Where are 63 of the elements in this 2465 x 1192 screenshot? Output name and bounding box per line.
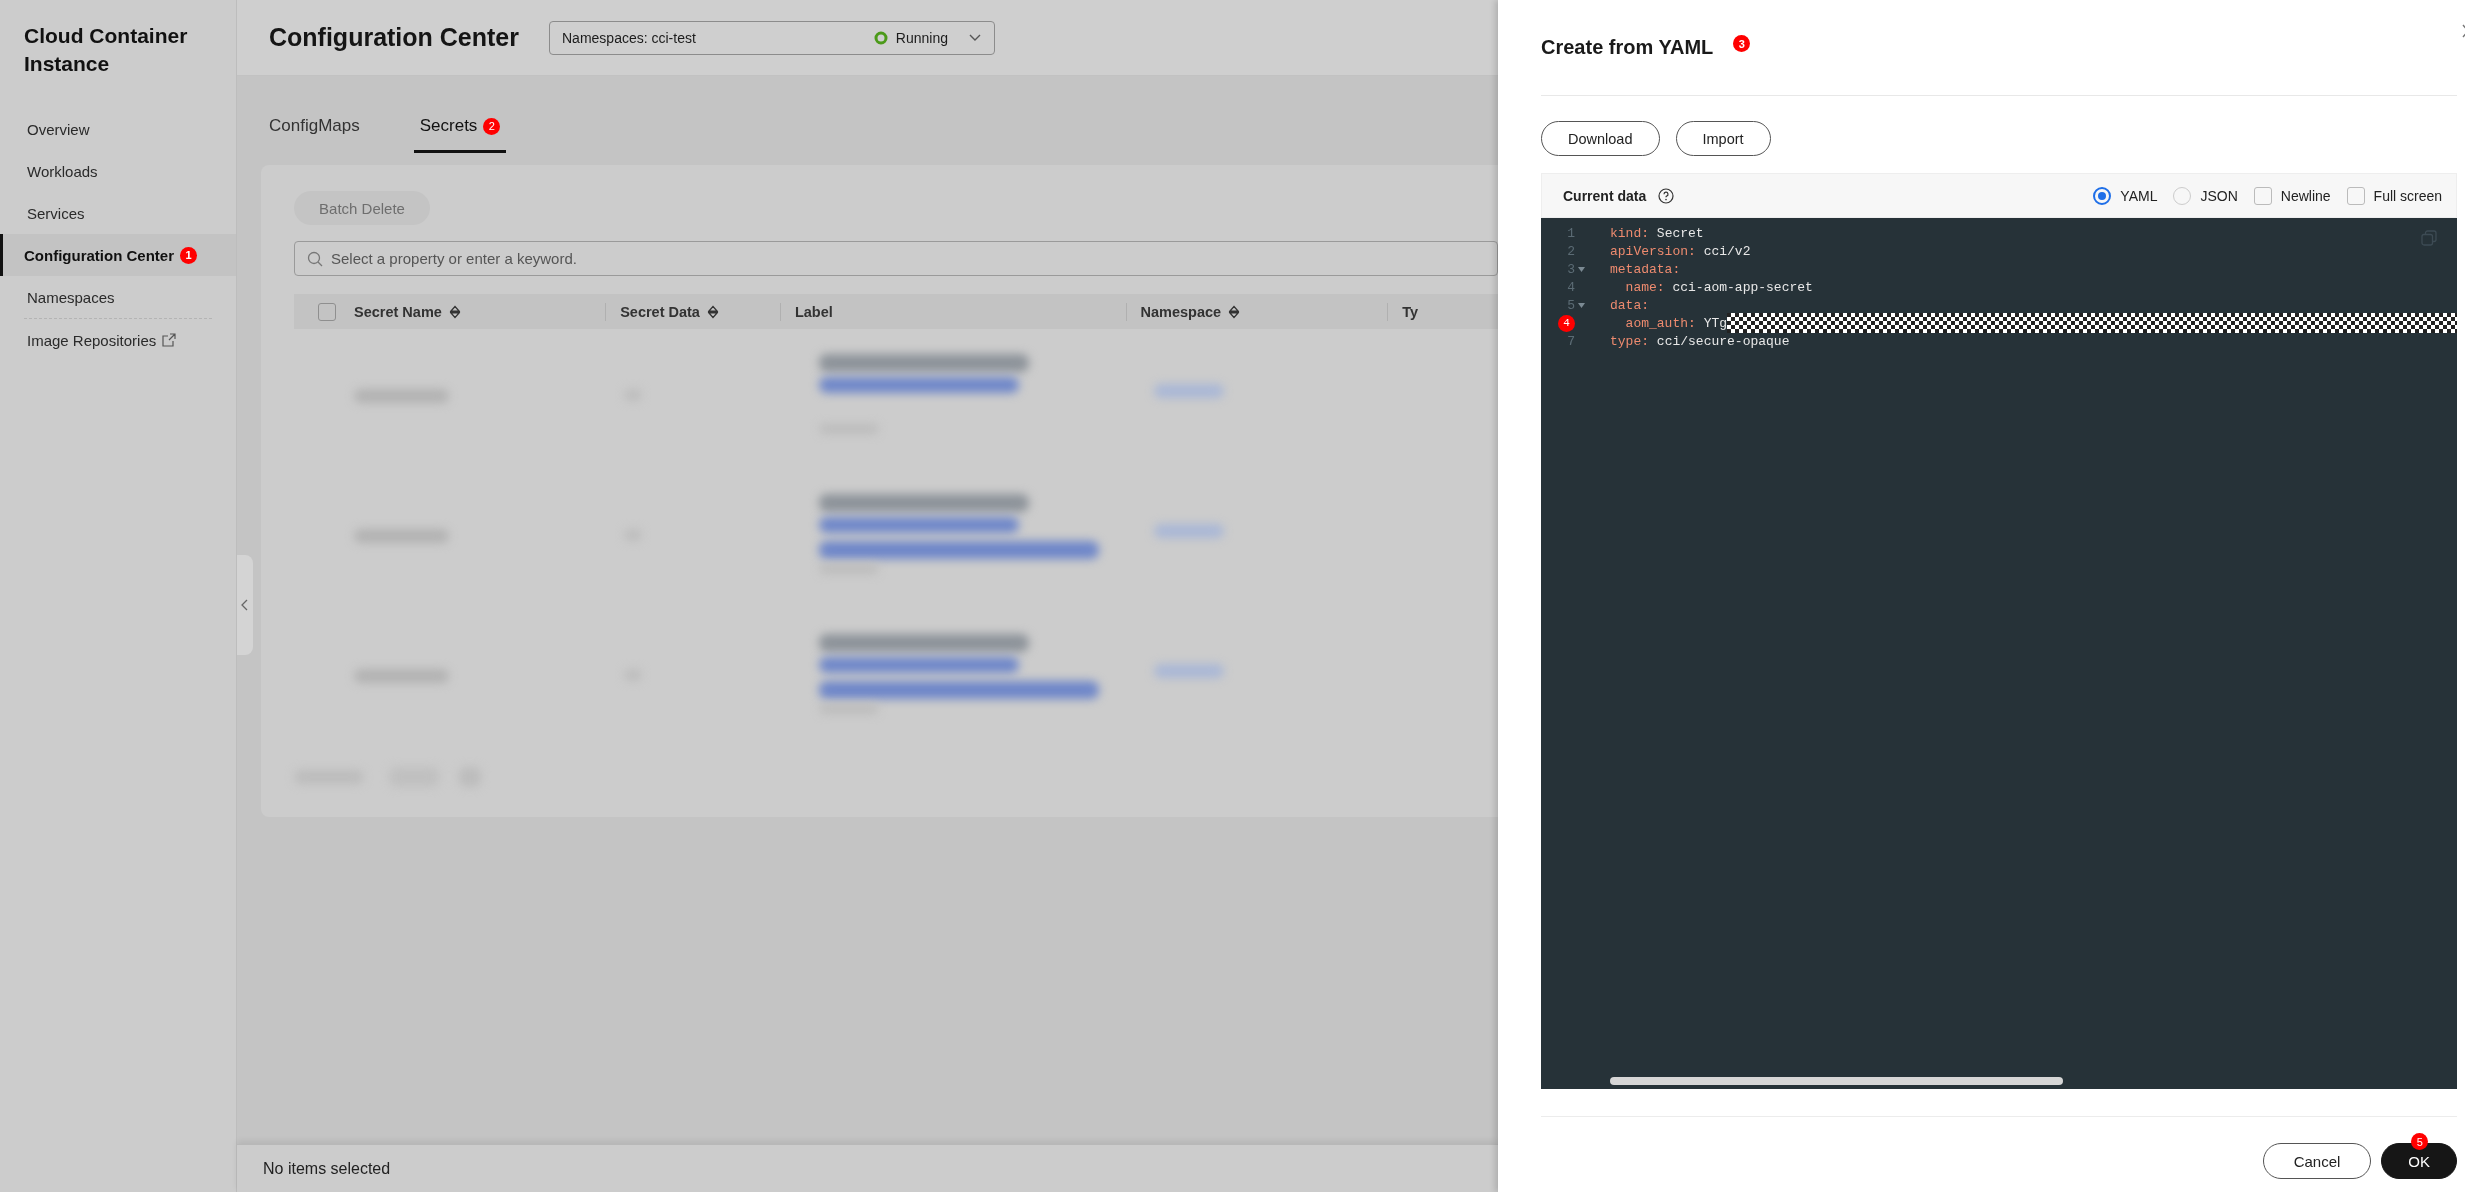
sidebar-item[interactable]: Namespaces bbox=[0, 276, 236, 318]
line-number: 4 bbox=[1567, 279, 1575, 295]
column-header[interactable]: Label bbox=[779, 302, 1126, 321]
sidebar-item[interactable]: Services bbox=[0, 192, 236, 234]
line-number: 3 bbox=[1567, 261, 1575, 277]
line-number: 1 bbox=[1567, 225, 1575, 241]
search-icon bbox=[307, 250, 323, 267]
step-badge: 2 bbox=[483, 117, 501, 135]
code-key: metadata: bbox=[1610, 261, 1681, 277]
namespace-select[interactable]: Namespaces: cci-test Running bbox=[549, 20, 995, 55]
column-header[interactable]: Secret Data bbox=[605, 302, 780, 321]
code-key: apiVersion: bbox=[1610, 243, 1696, 259]
sort-icon[interactable] bbox=[1228, 304, 1241, 319]
drawer-title: Create from YAML bbox=[1541, 36, 1714, 59]
sidebar-item[interactable]: Workloads bbox=[0, 150, 236, 192]
action-button[interactable]: Download bbox=[1541, 121, 1660, 156]
line-number: 2 bbox=[1567, 243, 1575, 259]
code-key: name: bbox=[1610, 279, 1665, 295]
scrollbar[interactable] bbox=[1610, 1077, 2063, 1085]
checkbox[interactable] bbox=[318, 302, 336, 321]
cancel-button[interactable]: Cancel bbox=[2262, 1143, 2372, 1179]
format-radio[interactable]: YAML bbox=[2093, 186, 2158, 205]
tab[interactable]: ConfigMaps bbox=[263, 115, 366, 153]
sidebar-item[interactable]: Image Repositories bbox=[0, 319, 236, 361]
page-title: Configuration Center bbox=[269, 23, 519, 52]
option-checkbox[interactable]: Newline bbox=[2253, 186, 2331, 205]
step-badge: 4 bbox=[1558, 314, 1575, 332]
collapse-handle[interactable] bbox=[237, 555, 253, 655]
code-value: YTg bbox=[1702, 315, 1728, 331]
fold-icon[interactable] bbox=[1578, 266, 1585, 272]
selection-status: No items selected bbox=[263, 1159, 391, 1178]
code-key: aom_auth: bbox=[1610, 315, 1696, 331]
step-badge: 3 bbox=[1733, 35, 1751, 52]
sidebar-item[interactable]: Configuration Center 1 bbox=[0, 234, 236, 276]
status-icon bbox=[873, 30, 888, 45]
line-number: 7 bbox=[1567, 333, 1575, 349]
option-checkbox[interactable]: Full screen bbox=[2346, 186, 2443, 205]
step-badge: 5 bbox=[2411, 1133, 2429, 1150]
sort-icon[interactable] bbox=[448, 304, 461, 319]
code-value: cci-aom-app-secret bbox=[1671, 279, 1813, 295]
code-value: cci/secure-opaque bbox=[1655, 333, 1790, 349]
tab[interactable]: Secrets 2 bbox=[413, 115, 507, 153]
chevron-down-icon bbox=[968, 32, 982, 43]
code-key: data: bbox=[1610, 297, 1649, 313]
fold-icon[interactable] bbox=[1578, 302, 1585, 308]
code-value: Secret bbox=[1655, 225, 1704, 241]
code-key: kind: bbox=[1610, 225, 1649, 241]
help-icon[interactable] bbox=[1658, 187, 1675, 204]
editor-label: Current data bbox=[1563, 187, 1647, 204]
code-key: type: bbox=[1610, 333, 1649, 349]
search-field[interactable]: Select a property or enter a keyword. bbox=[294, 241, 1498, 276]
sidebar-item[interactable]: Overview bbox=[0, 108, 236, 150]
step-badge: 1 bbox=[180, 246, 197, 264]
line-number: 5 bbox=[1567, 297, 1575, 313]
sort-icon[interactable] bbox=[706, 304, 719, 319]
app-title: Cloud Container Instance bbox=[23, 23, 189, 77]
column-header[interactable]: Secret Name bbox=[354, 302, 606, 321]
format-radio[interactable]: JSON bbox=[2173, 186, 2238, 205]
external-link-icon bbox=[162, 333, 177, 347]
code-editor[interactable]: 1 kind: Secret 2 apiVersion: cci/v2 3 metadata: 4 name: cci-aom-app-secret 5 data: 4 aom_auth: YTg 7 type: cci/secure-opaque bbox=[1541, 218, 2458, 1089]
column-header[interactable]: Namespace bbox=[1125, 302, 1388, 321]
action-button[interactable]: Import bbox=[1675, 121, 1771, 156]
code-value: cci/v2 bbox=[1702, 243, 1751, 259]
